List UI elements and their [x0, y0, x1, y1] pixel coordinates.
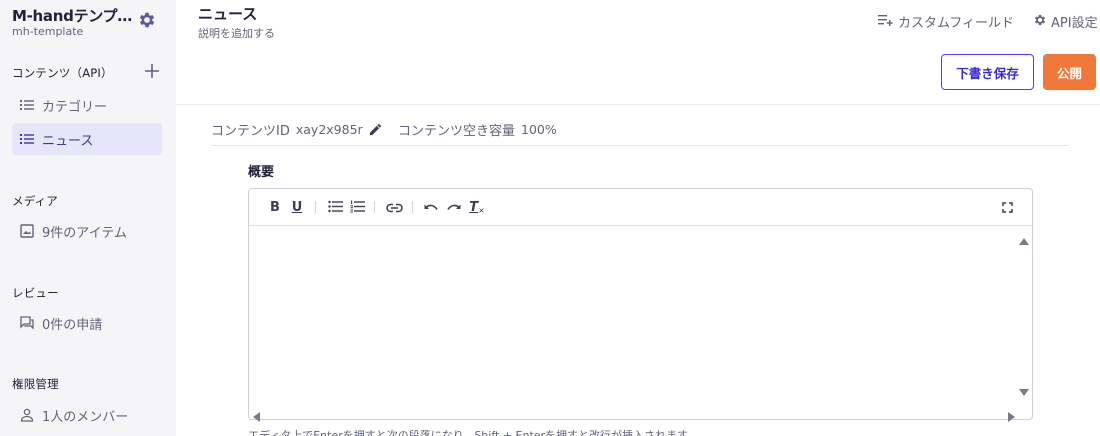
- page-title: ニュース: [198, 5, 258, 23]
- section-media: メディア: [12, 194, 58, 208]
- capacity-label: コンテンツ空き容量: [398, 124, 516, 139]
- sidebar-item-category[interactable]: カテゴリー: [12, 89, 162, 121]
- custom-fields-link[interactable]: カスタムフィールド: [878, 12, 1014, 31]
- gear-icon: [1033, 13, 1051, 31]
- rich-text-editor[interactable]: B U T ×: [248, 188, 1033, 422]
- app-title[interactable]: M-handテンプ…: [12, 5, 132, 26]
- content-id-label: コンテンツID: [211, 124, 290, 139]
- clear-format-x: ×: [478, 205, 485, 215]
- meta-divider: [211, 145, 1069, 146]
- scroll-down-icon[interactable]: [1019, 382, 1029, 401]
- sidebar-item-label: ニュース: [42, 133, 94, 149]
- redo-icon: [446, 198, 461, 217]
- bold-button[interactable]: B: [269, 199, 281, 215]
- section-review: レビュー: [12, 286, 59, 300]
- bullet-list-button[interactable]: [327, 199, 343, 215]
- scroll-right-icon[interactable]: [1008, 407, 1016, 426]
- header-divider: [176, 104, 1100, 105]
- toolbar-divider: [315, 201, 316, 213]
- list-icon: [20, 132, 34, 146]
- image-icon: [20, 224, 34, 238]
- undo-button[interactable]: [423, 199, 439, 215]
- ordered-list-button[interactable]: [349, 199, 365, 215]
- sidebar: M-handテンプ… mh-template コンテンツ（API） カテゴリー …: [0, 0, 176, 436]
- fullscreen-icon: [1001, 198, 1013, 217]
- sidebar-item-label: カテゴリー: [42, 99, 108, 115]
- capacity-value: 100%: [521, 122, 557, 137]
- add-api-button[interactable]: [143, 62, 161, 80]
- pencil-icon[interactable]: [369, 123, 382, 136]
- content-id: コンテンツID xay2x985r: [211, 120, 382, 139]
- section-permissions: 権限管理: [12, 377, 59, 391]
- toolbar-divider: [412, 201, 413, 213]
- add-description-link[interactable]: 説明を追加する: [198, 25, 275, 41]
- sidebar-item-news[interactable]: ニュース: [12, 123, 162, 155]
- ordered-list-icon: [350, 198, 365, 217]
- link-button[interactable]: [385, 199, 403, 215]
- api-settings-label: API設定: [1051, 16, 1098, 31]
- content-id-value: xay2x985r: [295, 122, 363, 137]
- scroll-left-icon[interactable]: [253, 407, 261, 426]
- sidebar-item-label: 1人のメンバー: [42, 409, 129, 425]
- toolbar-divider: [374, 201, 375, 213]
- horizontal-scrollbar[interactable]: [249, 403, 1032, 422]
- editor-hint: エディタ上でEnterを押すと次の段落になり、Shift + Enterを押すと…: [248, 429, 698, 436]
- section-content-api: コンテンツ（API）: [12, 66, 113, 80]
- comments-icon: [20, 316, 34, 330]
- link-icon: [385, 198, 403, 217]
- list-icon: [20, 98, 34, 112]
- vertical-scrollbar[interactable]: [1016, 227, 1032, 403]
- publish-button[interactable]: 公開: [1043, 54, 1096, 90]
- sidebar-item-label: 9件のアイテム: [42, 225, 127, 241]
- gear-icon[interactable]: [137, 10, 157, 30]
- editor-toolbar: B U T ×: [249, 189, 1032, 226]
- sidebar-item-label: 0件の申請: [42, 317, 103, 333]
- api-settings-link[interactable]: API設定: [1033, 12, 1098, 31]
- field-label-summary: 概要: [248, 165, 275, 180]
- fullscreen-button[interactable]: [999, 199, 1015, 215]
- underline-button[interactable]: U: [291, 199, 303, 215]
- clear-format-button[interactable]: T ×: [469, 199, 485, 215]
- redo-button[interactable]: [445, 199, 461, 215]
- bullet-list-icon: [327, 198, 343, 217]
- sidebar-item-review[interactable]: 0件の申請: [12, 307, 162, 339]
- save-draft-button[interactable]: 下書き保存: [941, 54, 1034, 90]
- sidebar-item-media[interactable]: 9件のアイテム: [12, 215, 162, 247]
- undo-icon: [424, 198, 439, 217]
- content-capacity: コンテンツ空き容量 100%: [398, 120, 557, 139]
- app-subtitle: mh-template: [12, 25, 84, 38]
- clear-format-icon: T: [469, 199, 479, 215]
- custom-fields-label: カスタムフィールド: [898, 16, 1014, 31]
- sidebar-item-members[interactable]: 1人のメンバー: [12, 399, 162, 431]
- playlist-add-icon: [878, 13, 898, 31]
- person-icon: [20, 408, 34, 422]
- scroll-up-icon[interactable]: [1019, 231, 1029, 250]
